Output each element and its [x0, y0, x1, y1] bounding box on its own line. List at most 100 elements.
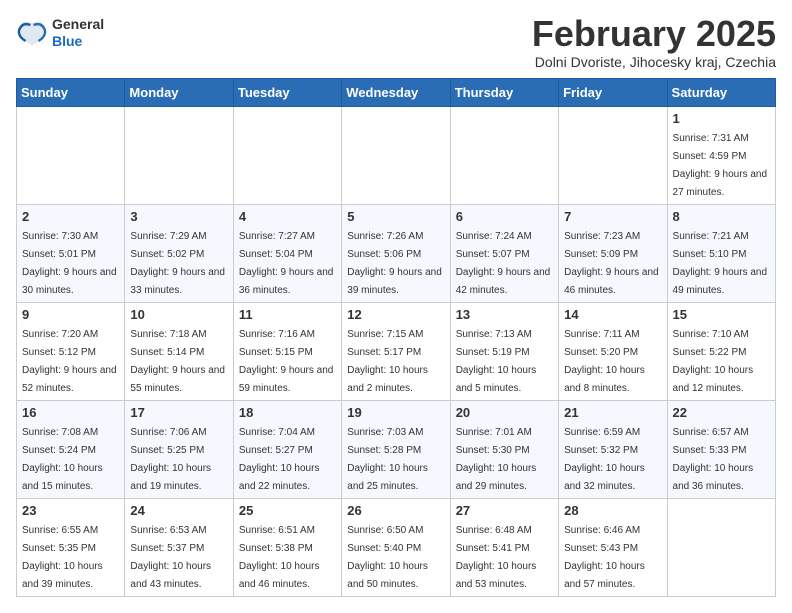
calendar-cell: 18 Sunrise: 7:04 AM Sunset: 5:27 PM Dayli…	[233, 401, 341, 499]
day-of-week-header: Thursday	[450, 79, 558, 107]
calendar-cell: 23Sunrise: 6:55 AM Sunset: 5:35 PM Dayli…	[17, 499, 125, 597]
logo-general: General	[52, 16, 104, 33]
calendar-cell: 9 Sunrise: 7:20 AM Sunset: 5:12 PM Daylig…	[17, 303, 125, 401]
calendar-week-row: 9 Sunrise: 7:20 AM Sunset: 5:12 PM Daylig…	[17, 303, 776, 401]
calendar-cell	[559, 107, 667, 205]
day-number: 17	[130, 405, 227, 420]
day-info: Sunrise: 6:51 AM Sunset: 5:38 PM Dayligh…	[239, 525, 320, 590]
day-info: Sunrise: 6:48 AM Sunset: 5:41 PM Dayligh…	[456, 525, 537, 590]
calendar-cell: 19 Sunrise: 7:03 AM Sunset: 5:28 PM Dayli…	[342, 401, 450, 499]
calendar-week-row: 16 Sunrise: 7:08 AM Sunset: 5:24 PM Dayli…	[17, 401, 776, 499]
calendar-cell: 20Sunrise: 7:01 AM Sunset: 5:30 PM Dayli…	[450, 401, 558, 499]
day-info: Sunrise: 7:16 AM Sunset: 5:15 PM Dayligh…	[239, 329, 334, 394]
day-number: 24	[130, 503, 227, 518]
logo-icon	[16, 17, 48, 49]
calendar-cell	[125, 107, 233, 205]
day-number: 5	[347, 209, 444, 224]
day-info: Sunrise: 7:26 AM Sunset: 5:06 PM Dayligh…	[347, 231, 442, 296]
day-info: Sunrise: 7:11 AM Sunset: 5:20 PM Dayligh…	[564, 329, 645, 394]
calendar-week-row: 1 Sunrise: 7:31 AM Sunset: 4:59 PM Daylig…	[17, 107, 776, 205]
day-number: 2	[22, 209, 119, 224]
calendar-cell: 21 Sunrise: 6:59 AM Sunset: 5:32 PM Dayli…	[559, 401, 667, 499]
calendar-cell: 4 Sunrise: 7:27 AM Sunset: 5:04 PM Daylig…	[233, 205, 341, 303]
day-of-week-header: Saturday	[667, 79, 775, 107]
calendar-cell: 11 Sunrise: 7:16 AM Sunset: 5:15 PM Dayli…	[233, 303, 341, 401]
day-number: 18	[239, 405, 336, 420]
day-info: Sunrise: 6:46 AM Sunset: 5:43 PM Dayligh…	[564, 525, 645, 590]
calendar-cell: 22Sunrise: 6:57 AM Sunset: 5:33 PM Dayli…	[667, 401, 775, 499]
calendar-cell: 17Sunrise: 7:06 AM Sunset: 5:25 PM Dayli…	[125, 401, 233, 499]
calendar-cell: 7Sunrise: 7:23 AM Sunset: 5:09 PM Daylig…	[559, 205, 667, 303]
day-info: Sunrise: 7:13 AM Sunset: 5:19 PM Dayligh…	[456, 329, 537, 394]
calendar-cell	[17, 107, 125, 205]
day-info: Sunrise: 7:04 AM Sunset: 5:27 PM Dayligh…	[239, 427, 320, 492]
day-number: 23	[22, 503, 119, 518]
day-info: Sunrise: 6:57 AM Sunset: 5:33 PM Dayligh…	[673, 427, 754, 492]
day-number: 10	[130, 307, 227, 322]
calendar-header-row: SundayMondayTuesdayWednesdayThursdayFrid…	[17, 79, 776, 107]
day-number: 19	[347, 405, 444, 420]
day-number: 9	[22, 307, 119, 322]
logo-blue: Blue	[52, 33, 104, 50]
logo-text: General Blue	[52, 16, 104, 50]
calendar-cell	[450, 107, 558, 205]
calendar-cell: 3 Sunrise: 7:29 AM Sunset: 5:02 PM Daylig…	[125, 205, 233, 303]
day-info: Sunrise: 7:10 AM Sunset: 5:22 PM Dayligh…	[673, 329, 754, 394]
calendar-cell: 8Sunrise: 7:21 AM Sunset: 5:10 PM Daylig…	[667, 205, 775, 303]
day-number: 14	[564, 307, 661, 322]
page-header: General Blue February 2025 Dolni Dvorist…	[16, 16, 776, 70]
month-title: February 2025	[532, 16, 776, 52]
day-number: 16	[22, 405, 119, 420]
day-info: Sunrise: 7:31 AM Sunset: 4:59 PM Dayligh…	[673, 133, 768, 198]
day-of-week-header: Wednesday	[342, 79, 450, 107]
day-number: 13	[456, 307, 553, 322]
day-number: 26	[347, 503, 444, 518]
day-info: Sunrise: 7:15 AM Sunset: 5:17 PM Dayligh…	[347, 329, 428, 394]
calendar-cell: 14 Sunrise: 7:11 AM Sunset: 5:20 PM Dayli…	[559, 303, 667, 401]
calendar-week-row: 2 Sunrise: 7:30 AM Sunset: 5:01 PM Daylig…	[17, 205, 776, 303]
day-of-week-header: Tuesday	[233, 79, 341, 107]
calendar-cell: 16 Sunrise: 7:08 AM Sunset: 5:24 PM Dayli…	[17, 401, 125, 499]
day-number: 12	[347, 307, 444, 322]
day-info: Sunrise: 6:59 AM Sunset: 5:32 PM Dayligh…	[564, 427, 645, 492]
calendar-cell: 26Sunrise: 6:50 AM Sunset: 5:40 PM Dayli…	[342, 499, 450, 597]
day-info: Sunrise: 7:23 AM Sunset: 5:09 PM Dayligh…	[564, 231, 659, 296]
calendar-week-row: 23Sunrise: 6:55 AM Sunset: 5:35 PM Dayli…	[17, 499, 776, 597]
calendar-cell: 12 Sunrise: 7:15 AM Sunset: 5:17 PM Dayli…	[342, 303, 450, 401]
calendar-cell: 1 Sunrise: 7:31 AM Sunset: 4:59 PM Daylig…	[667, 107, 775, 205]
day-info: Sunrise: 7:01 AM Sunset: 5:30 PM Dayligh…	[456, 427, 537, 492]
day-number: 4	[239, 209, 336, 224]
calendar-cell: 13 Sunrise: 7:13 AM Sunset: 5:19 PM Dayli…	[450, 303, 558, 401]
day-info: Sunrise: 7:20 AM Sunset: 5:12 PM Dayligh…	[22, 329, 117, 394]
day-number: 1	[673, 111, 770, 126]
day-info: Sunrise: 7:27 AM Sunset: 5:04 PM Dayligh…	[239, 231, 334, 296]
calendar-cell	[233, 107, 341, 205]
day-info: Sunrise: 7:08 AM Sunset: 5:24 PM Dayligh…	[22, 427, 103, 492]
logo: General Blue	[16, 16, 104, 50]
calendar-cell: 27Sunrise: 6:48 AM Sunset: 5:41 PM Dayli…	[450, 499, 558, 597]
day-info: Sunrise: 7:30 AM Sunset: 5:01 PM Dayligh…	[22, 231, 117, 296]
calendar-cell	[667, 499, 775, 597]
day-number: 21	[564, 405, 661, 420]
day-of-week-header: Monday	[125, 79, 233, 107]
calendar-table: SundayMondayTuesdayWednesdayThursdayFrid…	[16, 78, 776, 597]
day-number: 6	[456, 209, 553, 224]
title-block: February 2025 Dolni Dvoriste, Jihocesky …	[532, 16, 776, 70]
calendar-cell: 2 Sunrise: 7:30 AM Sunset: 5:01 PM Daylig…	[17, 205, 125, 303]
day-number: 15	[673, 307, 770, 322]
day-info: Sunrise: 7:24 AM Sunset: 5:07 PM Dayligh…	[456, 231, 551, 296]
day-number: 3	[130, 209, 227, 224]
calendar-cell: 28Sunrise: 6:46 AM Sunset: 5:43 PM Dayli…	[559, 499, 667, 597]
day-number: 25	[239, 503, 336, 518]
calendar-cell: 10 Sunrise: 7:18 AM Sunset: 5:14 PM Dayli…	[125, 303, 233, 401]
calendar-cell: 6 Sunrise: 7:24 AM Sunset: 5:07 PM Daylig…	[450, 205, 558, 303]
day-info: Sunrise: 7:29 AM Sunset: 5:02 PM Dayligh…	[130, 231, 225, 296]
calendar-cell: 5 Sunrise: 7:26 AM Sunset: 5:06 PM Daylig…	[342, 205, 450, 303]
day-info: Sunrise: 7:03 AM Sunset: 5:28 PM Dayligh…	[347, 427, 428, 492]
calendar-cell	[342, 107, 450, 205]
day-number: 11	[239, 307, 336, 322]
day-of-week-header: Sunday	[17, 79, 125, 107]
calendar-cell: 24Sunrise: 6:53 AM Sunset: 5:37 PM Dayli…	[125, 499, 233, 597]
calendar-cell: 25 Sunrise: 6:51 AM Sunset: 5:38 PM Dayli…	[233, 499, 341, 597]
day-info: Sunrise: 7:18 AM Sunset: 5:14 PM Dayligh…	[130, 329, 225, 394]
